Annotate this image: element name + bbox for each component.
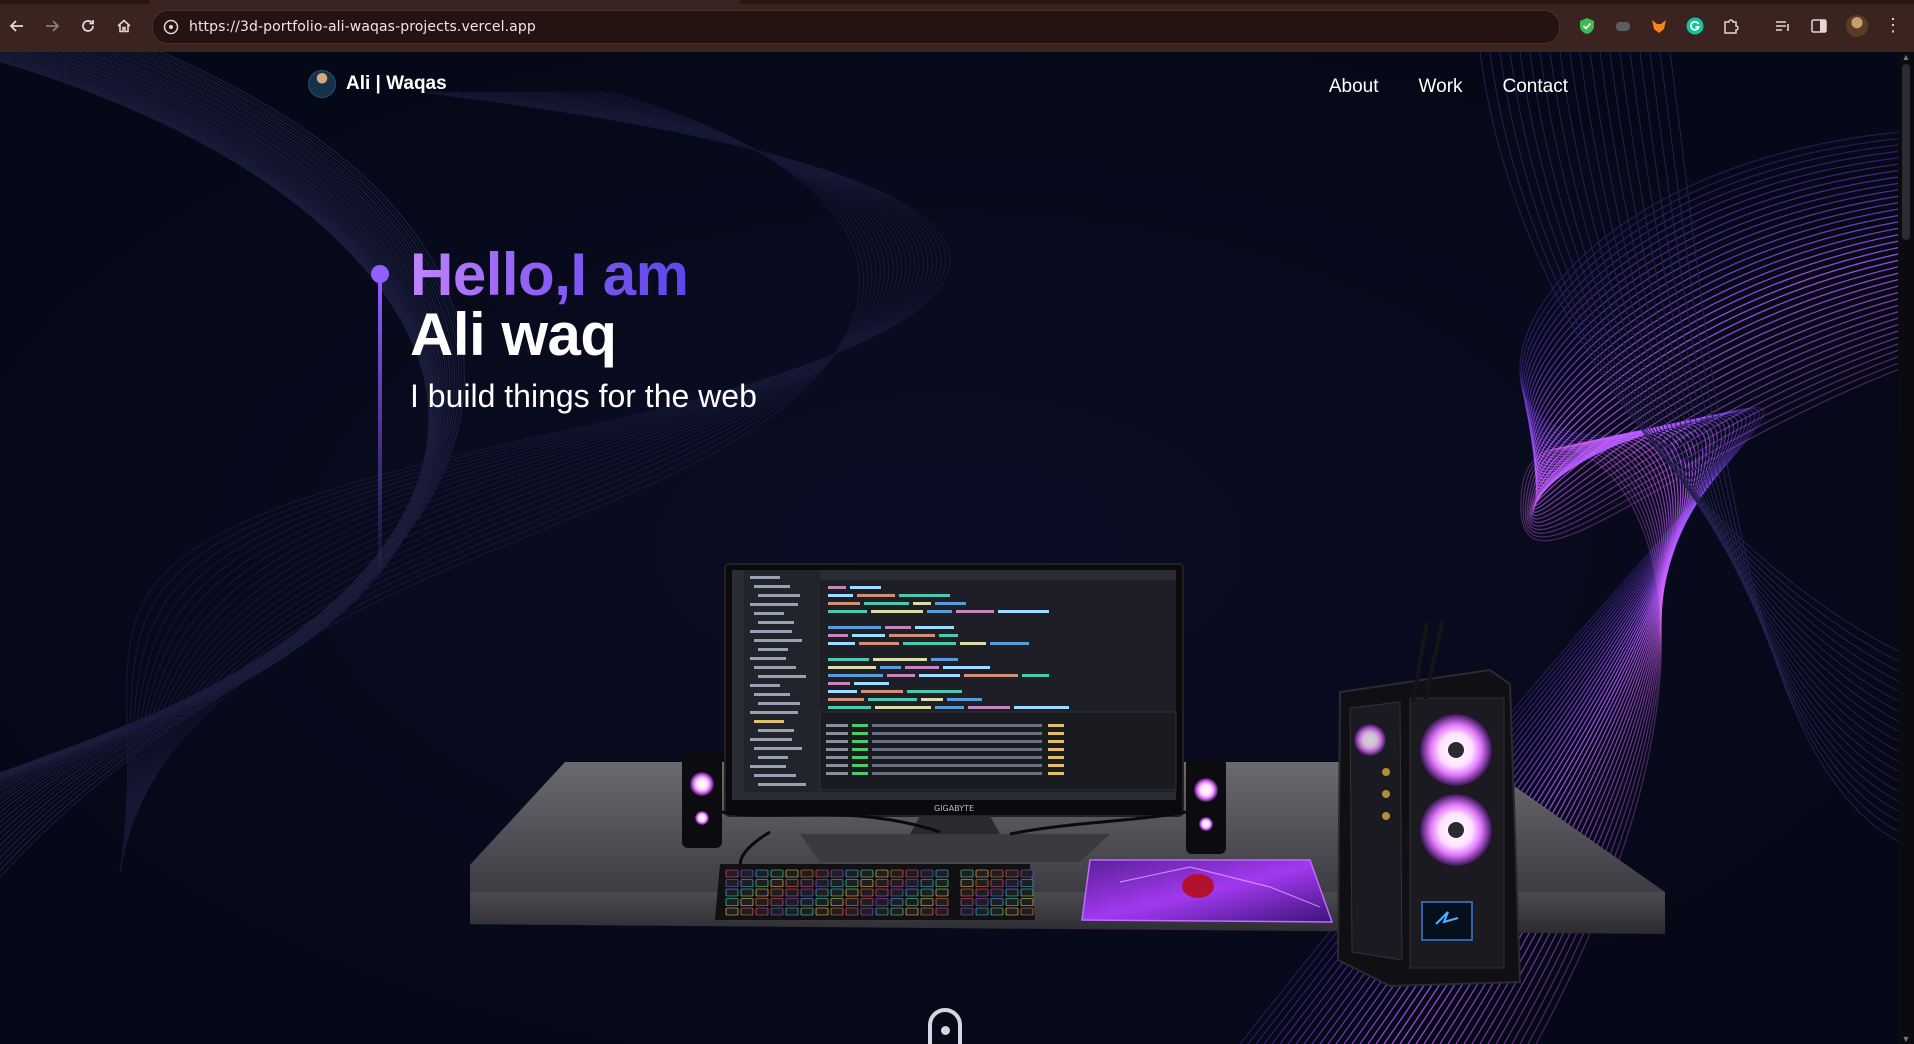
site-info-icon[interactable]: [163, 19, 179, 35]
keyboard-keys: [725, 869, 1034, 916]
editor-tabs: [820, 570, 1176, 580]
mouse: [1182, 874, 1214, 898]
hero-subtitle: I build things for the web: [410, 378, 757, 414]
url-text[interactable]: https://3d-portfolio-ali-waqas-projects.…: [189, 19, 536, 35]
nav-link-contact[interactable]: Contact: [1503, 76, 1568, 98]
computer-desk-scene[interactable]: GIGABYTE: [470, 562, 1670, 1044]
arrow-left-icon: [9, 20, 23, 32]
nav-links: About Work Contact: [1329, 76, 1568, 98]
side-panel-icon[interactable]: [1808, 15, 1830, 37]
active-tab[interactable]: [150, 0, 740, 4]
home-icon: [117, 19, 131, 33]
kebab-menu-icon[interactable]: ⋮: [1884, 14, 1902, 36]
editor-statusbar: [732, 792, 1176, 800]
scroll-down-indicator[interactable]: [928, 1008, 962, 1044]
forward-button[interactable]: [40, 14, 64, 38]
monitor-brand-label: GIGABYTE: [934, 804, 974, 813]
profile-avatar[interactable]: [1846, 15, 1868, 37]
back-button[interactable]: [5, 14, 29, 38]
scroll-indicator-ball: [941, 1026, 950, 1035]
media-control-icon[interactable]: [1772, 15, 1794, 37]
left-speaker: [682, 752, 722, 848]
page-scrollbar[interactable]: ▲ ▼: [1898, 52, 1914, 1044]
nav-link-work[interactable]: Work: [1419, 76, 1463, 98]
pc-fan-side: [1354, 724, 1386, 756]
hero-timeline-dot: [371, 265, 389, 283]
home-button[interactable]: [112, 14, 136, 38]
hero-name: Ali waq: [410, 301, 617, 368]
reload-icon: [82, 20, 94, 32]
fox-extension-icon[interactable]: [1648, 15, 1670, 37]
right-speaker: [1186, 758, 1226, 854]
grammarly-extension-icon[interactable]: [1684, 15, 1706, 37]
portfolio-page: Ali | Waqas About Work Contact Hello,I a…: [0, 52, 1898, 1044]
shield-extension-icon[interactable]: [1576, 15, 1598, 37]
monitor-base: [800, 834, 1110, 862]
scroll-down-arrow-icon[interactable]: ▼: [1901, 1034, 1911, 1044]
browser-toolbar: https://3d-portfolio-ali-waqas-projects.…: [0, 0, 1914, 53]
nav-link-about[interactable]: About: [1329, 76, 1379, 98]
hero-timeline-line: [378, 282, 382, 582]
brand-name[interactable]: Ali | Waqas: [346, 73, 447, 95]
tab-strip: [0, 0, 1914, 4]
hero-greeting: Hello,I am: [410, 241, 689, 308]
arrow-right-icon: [46, 20, 60, 32]
scrollbar-thumb[interactable]: [1902, 64, 1910, 240]
navbar: Ali | Waqas About Work Contact: [0, 52, 1898, 124]
monitor-stand: [910, 816, 1000, 834]
address-bar[interactable]: https://3d-portfolio-ali-waqas-projects.…: [152, 10, 1560, 44]
scroll-up-arrow-icon[interactable]: ▲: [1901, 52, 1911, 62]
reload-button[interactable]: [76, 14, 100, 38]
editor-sidebar: [732, 570, 744, 800]
brand-link[interactable]: Ali | Waqas: [308, 70, 447, 98]
puzzle-extensions-icon[interactable]: [1720, 15, 1742, 37]
gamepad-extension-icon[interactable]: [1612, 15, 1634, 37]
brand-avatar: [308, 70, 336, 98]
